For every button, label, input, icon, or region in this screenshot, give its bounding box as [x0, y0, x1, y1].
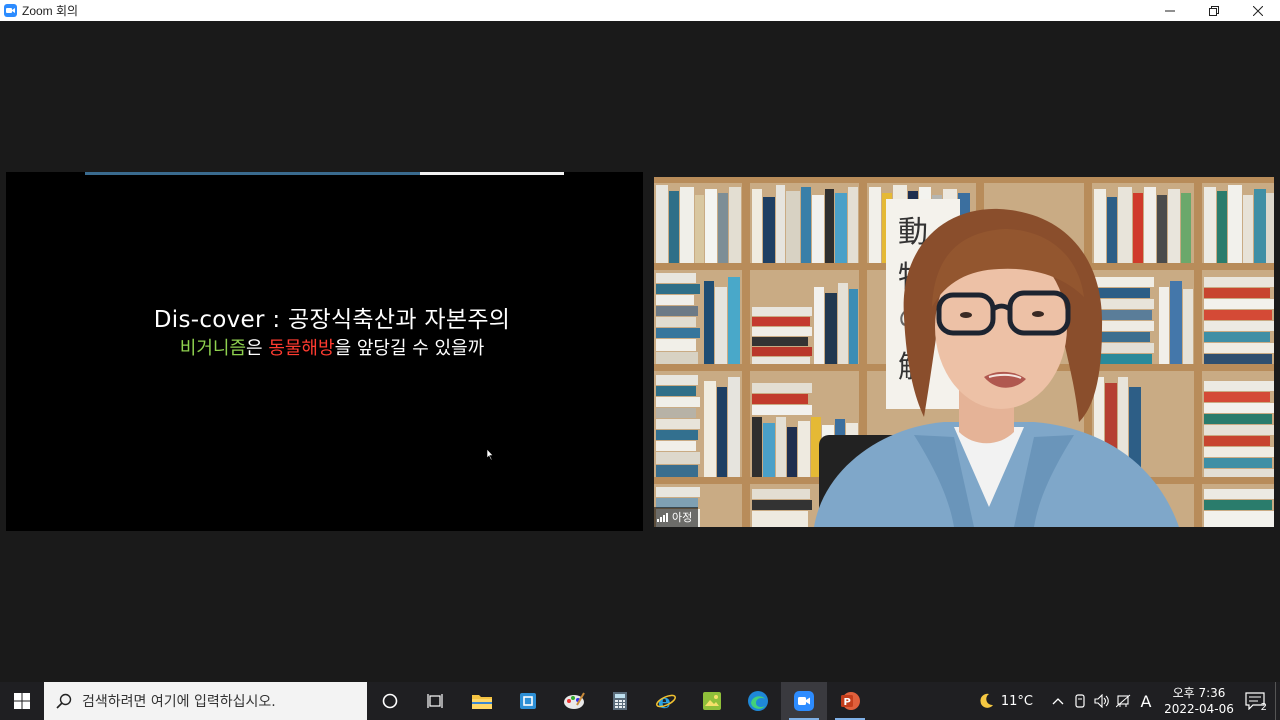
photos-button[interactable] [689, 682, 735, 720]
speaker-icon [1094, 694, 1109, 708]
file-explorer-button[interactable] [459, 682, 505, 720]
powerpoint-icon: P [841, 692, 860, 710]
paint-icon [564, 692, 585, 709]
slide-progress-indicator [420, 172, 564, 175]
slide-subtitle-keyword-liberation: 동물해방 [268, 338, 335, 359]
start-button[interactable] [0, 682, 44, 720]
temperature: 11°C [1000, 693, 1033, 709]
participant-name: 아정 [672, 511, 693, 524]
restore-button[interactable] [1192, 0, 1236, 21]
task-view-icon [427, 694, 443, 708]
window-title: Zoom 회의 [22, 4, 79, 18]
svg-text:P: P [844, 697, 851, 708]
ethernet-icon [1116, 694, 1131, 708]
calculator-icon [613, 692, 627, 710]
action-center-button[interactable]: 2 [1235, 682, 1275, 720]
weather-widget[interactable]: 11°C [977, 692, 1033, 710]
slide-subtitle-text: 은 [246, 338, 269, 359]
close-button[interactable] [1236, 0, 1280, 21]
show-hidden-icons-button[interactable] [1047, 682, 1069, 720]
meeting-stage: Dis-cover : 공장식축산과 자본주의 비거니즘은 동물해방을 앞당길 … [0, 21, 1280, 682]
ime-label: A [1140, 691, 1152, 711]
participant-video-feed: 動 物 の 解 [654, 177, 1274, 527]
participant-video[interactable]: 動 物 の 解 [654, 177, 1274, 527]
chevron-up-icon [1052, 698, 1064, 705]
notification-count: 2 [1260, 702, 1267, 713]
mouse-cursor-icon [487, 449, 494, 461]
pen-workspace-button[interactable] [1069, 682, 1091, 720]
restore-icon [1209, 5, 1219, 16]
network-button[interactable] [1113, 682, 1135, 720]
window-titlebar: Zoom 회의 [0, 0, 1280, 21]
zoom-taskbar-button[interactable] [781, 682, 827, 720]
system-tray: 11°C A 오후 7:36 2022-04-06 2 [977, 682, 1280, 720]
windows-taskbar: 검색하려면 여기에 입력하십시오. e P 11°C A 오후 7:36 202… [0, 682, 1280, 720]
store-icon [520, 693, 536, 709]
search-placeholder: 검색하려면 여기에 입력하십시오. [82, 694, 276, 710]
search-icon [56, 693, 72, 709]
zoom-app-icon [4, 4, 17, 17]
cortana-button[interactable] [367, 682, 413, 720]
edge-icon [748, 691, 768, 711]
cortana-icon [382, 693, 398, 709]
file-explorer-icon [472, 695, 492, 709]
zoom-icon [794, 691, 814, 711]
slide-progress-bar [85, 172, 421, 175]
slide-subtitle: 비거니즘은 동물해방을 앞당길 수 있을까 [6, 334, 643, 360]
slide-title: Dis-cover : 공장식축산과 자본주의 [153, 307, 511, 333]
clock-date: 2022-04-06 [1164, 702, 1234, 716]
store-button[interactable] [505, 682, 551, 720]
taskbar-search-box[interactable]: 검색하려면 여기에 입력하십시오. [44, 682, 367, 720]
taskbar-clock[interactable]: 오후 7:36 2022-04-06 [1163, 685, 1235, 717]
powerpoint-button[interactable]: P [827, 682, 873, 720]
participant-name-tag: 아정 [654, 507, 699, 527]
show-desktop-button[interactable] [1275, 682, 1280, 720]
internet-explorer-button[interactable]: e [643, 682, 689, 720]
slide-subtitle-keyword-veganism: 비거니즘 [179, 338, 247, 359]
photos-icon [703, 692, 721, 710]
task-view-button[interactable] [413, 682, 459, 720]
moon-icon [980, 693, 993, 708]
input-method-button[interactable]: A [1135, 682, 1157, 720]
edge-button[interactable] [735, 682, 781, 720]
minimize-button[interactable] [1148, 0, 1192, 21]
clock-time: 오후 7:36 [1172, 686, 1226, 700]
ie-icon: e [656, 690, 676, 712]
paint-button[interactable] [551, 682, 597, 720]
slide-subtitle-text-end: 을 앞당길 수 있을까 [334, 338, 485, 359]
minimize-icon [1165, 10, 1175, 11]
shared-screen[interactable]: Dis-cover : 공장식축산과 자본주의 비거니즘은 동물해방을 앞당길 … [6, 172, 643, 531]
connection-signal-icon [657, 512, 668, 522]
volume-button[interactable] [1091, 682, 1113, 720]
device-icon [1075, 694, 1085, 708]
calculator-button[interactable] [597, 682, 643, 720]
windows-logo-icon [14, 693, 30, 709]
close-icon [1253, 5, 1263, 16]
